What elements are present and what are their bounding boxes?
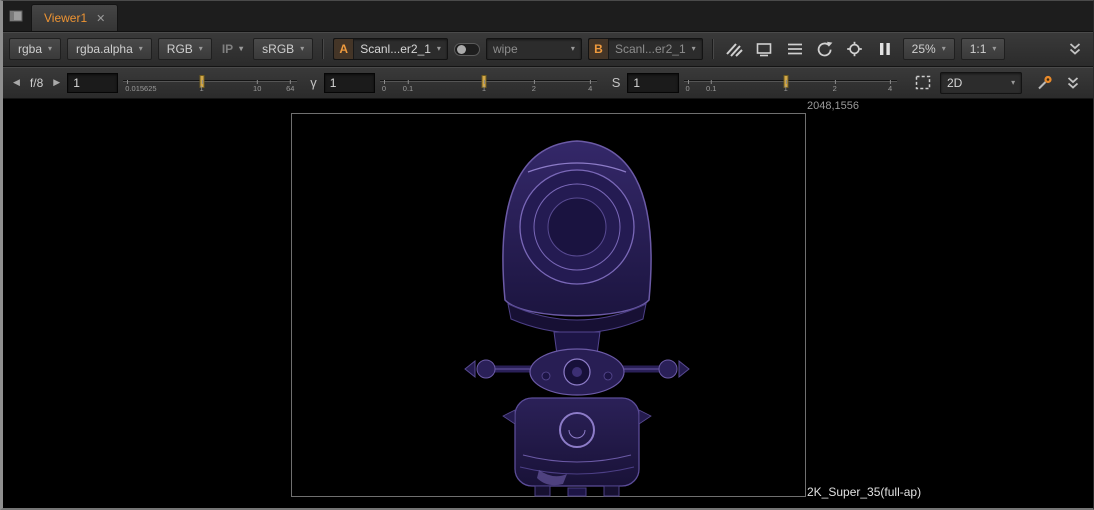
- gear-icon[interactable]: [843, 38, 867, 60]
- gain-slider[interactable]: 0.015625 1 10 64: [123, 71, 297, 95]
- tick-label: 0: [686, 84, 690, 93]
- pane-layout-icon[interactable]: [9, 10, 23, 22]
- tab-bar: Viewer1 ✕: [3, 1, 1093, 32]
- tick-label: 0.1: [706, 84, 716, 93]
- viewer-process-dropdown[interactable]: sRGB ▾: [253, 38, 313, 60]
- input-a-value: Scanl...er2_1: [354, 42, 437, 56]
- slider-track: [123, 80, 297, 82]
- saturation-label: S: [610, 75, 623, 90]
- tick-label: 4: [588, 84, 592, 93]
- gamma-label: γ: [308, 75, 319, 90]
- chevron-down-icon: ▾: [437, 45, 447, 53]
- image-format-label: 2K_Super_35(full-ap): [807, 485, 921, 499]
- tick-label: 1: [482, 84, 486, 93]
- input-process-button[interactable]: IP ▾: [218, 38, 247, 60]
- list-menu-icon[interactable]: [783, 38, 807, 60]
- fstop-increase-icon[interactable]: ▶: [51, 77, 62, 88]
- tab-viewer1[interactable]: Viewer1 ✕: [31, 4, 118, 31]
- slider-track: [380, 80, 597, 82]
- viewer-panel: Viewer1 ✕ rgba ▾ rgba.alpha ▾ RGB ▾ IP ▾…: [0, 0, 1094, 510]
- zoom-dropdown[interactable]: 25% ▾: [903, 38, 955, 60]
- toolbar-separator: [322, 39, 324, 59]
- proxy-ratio-dropdown[interactable]: 1:1 ▾: [961, 38, 1006, 60]
- chevron-down-icon: ▾: [692, 45, 702, 53]
- wipe-mode-label: wipe: [487, 42, 524, 56]
- gain-input[interactable]: 1: [67, 73, 118, 93]
- image-resolution-label: 2048,1556: [807, 100, 859, 112]
- pause-icon[interactable]: [873, 38, 897, 60]
- proxy-ratio-label: 1:1: [970, 42, 987, 56]
- gamma-input[interactable]: 1: [324, 73, 375, 93]
- chevron-down-icon: ▾: [942, 45, 946, 53]
- view-mode-dropdown[interactable]: 2D ▾: [940, 72, 1022, 94]
- viewer-toolbar-top: rgba ▾ rgba.alpha ▾ RGB ▾ IP ▾ sRGB ▾ A …: [3, 32, 1093, 67]
- gamma-value: 1: [330, 76, 337, 90]
- saturation-value: 1: [633, 76, 640, 90]
- input-process-label: IP: [222, 42, 233, 56]
- layer-dropdown[interactable]: rgba ▾: [9, 38, 61, 60]
- chevron-down-icon: ▾: [571, 45, 581, 53]
- gamma-slider[interactable]: 0 0.1 1 2 4: [380, 71, 597, 95]
- toolbar-separator: [712, 39, 714, 59]
- rendered-image: [292, 114, 807, 498]
- chevron-down-icon: ▾: [300, 45, 304, 53]
- chevron-down-icon: ▾: [139, 45, 143, 53]
- expand-toolbar-icon[interactable]: [1063, 38, 1087, 60]
- refresh-icon[interactable]: [813, 38, 837, 60]
- slider-track: [684, 80, 897, 82]
- tab-close-icon[interactable]: ✕: [96, 12, 105, 25]
- roi-icon[interactable]: [912, 72, 935, 94]
- tick-label: 10: [253, 84, 261, 93]
- color-sample-icon[interactable]: [1033, 72, 1056, 94]
- saturation-input[interactable]: 1: [627, 73, 678, 93]
- gain-value: 1: [73, 76, 80, 90]
- tab-title: Viewer1: [44, 11, 87, 25]
- input-b-selector[interactable]: B Scanl...er2_1 ▾: [588, 38, 703, 60]
- chevron-down-icon: ▾: [992, 45, 996, 53]
- display-channel-label: RGB: [167, 42, 193, 56]
- fstop-label: f/8: [27, 76, 46, 90]
- fstop-decrease-icon[interactable]: ◀: [11, 77, 22, 88]
- viewer-canvas[interactable]: 2048,1556 2K_Super_35(full-ap): [3, 99, 1093, 508]
- tick-label: 4: [888, 84, 892, 93]
- image-bounds-frame: [291, 113, 806, 497]
- toggle-knob: [457, 45, 466, 54]
- tick-label: 0: [382, 84, 386, 93]
- zoom-level-label: 25%: [912, 42, 936, 56]
- tick-label: 0.015625: [125, 84, 156, 93]
- input-b-label: B: [589, 39, 609, 59]
- tick-label: 1: [199, 84, 203, 93]
- tick-label: 2: [532, 84, 536, 93]
- tick-label: 64: [286, 84, 294, 93]
- alpha-layer-label: rgba.alpha: [76, 42, 133, 56]
- layer-dropdown-label: rgba: [18, 42, 42, 56]
- chevron-down-icon: ▾: [239, 45, 243, 53]
- expand-toolbar-icon[interactable]: [1062, 72, 1085, 94]
- stripes-overlay-icon[interactable]: [723, 38, 747, 60]
- tick-label: 2: [833, 84, 837, 93]
- chevron-down-icon: ▾: [48, 45, 52, 53]
- view-mode-label: 2D: [941, 76, 968, 90]
- tick-label: 1: [784, 84, 788, 93]
- viewer-process-label: sRGB: [262, 42, 294, 56]
- alpha-layer-dropdown[interactable]: rgba.alpha ▾: [67, 38, 152, 60]
- input-a-selector[interactable]: A Scanl...er2_1 ▾: [333, 38, 448, 60]
- display-channel-dropdown[interactable]: RGB ▾: [158, 38, 212, 60]
- saturation-slider[interactable]: 0 0.1 1 2 4: [684, 71, 897, 95]
- viewer-toolbar-bottom: ◀ f/8 ▶ 1 0.015625 1 10 64 γ 1 0 0.1 1 2…: [3, 67, 1093, 99]
- wipe-mode-dropdown[interactable]: wipe ▾: [486, 38, 582, 60]
- ab-swap-toggle[interactable]: [454, 43, 480, 56]
- chevron-down-icon: ▾: [1011, 79, 1021, 87]
- tick-label: 0.1: [403, 84, 413, 93]
- monitor-output-icon[interactable]: [753, 38, 777, 60]
- input-b-value: Scanl...er2_1: [609, 42, 692, 56]
- input-a-label: A: [334, 39, 354, 59]
- chevron-down-icon: ▾: [199, 45, 203, 53]
